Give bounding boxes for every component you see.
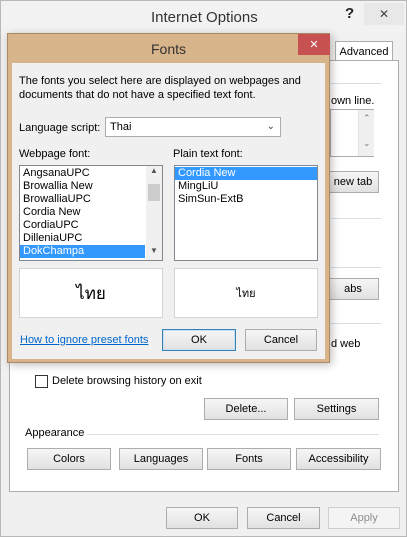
scroll-up-icon[interactable]: ⌃ — [363, 113, 371, 124]
webpage-font-item[interactable]: DokChampa — [20, 245, 145, 258]
section-divider-2 — [331, 218, 381, 219]
section-divider-1 — [331, 83, 381, 84]
fonts-description: The fonts you select here are displayed … — [19, 75, 301, 101]
delete-history-label: Delete... — [225, 403, 267, 415]
accessibility-button[interactable]: Accessibility — [296, 448, 381, 470]
language-script-value: Thai — [110, 121, 132, 133]
plain-text-font-item[interactable]: Cordia New — [175, 167, 317, 180]
home-page-textarea[interactable]: ⌃ ⌄ — [330, 109, 374, 157]
outer-window-title: Internet Options — [151, 9, 258, 26]
languages-label: Languages — [133, 453, 189, 465]
fonts-cancel-button[interactable]: Cancel — [245, 329, 317, 351]
scroll-up-icon[interactable]: ▲ — [150, 166, 158, 175]
fonts-ok-label: OK — [191, 334, 207, 346]
webpage-preview-text: ไทย — [76, 283, 106, 304]
accessibility-label: Accessibility — [308, 453, 369, 465]
plain-text-font-item[interactable]: SimSun-ExtB — [175, 193, 317, 206]
outer-apply-button[interactable]: Apply — [328, 507, 400, 529]
scroll-thumb[interactable] — [148, 184, 160, 201]
plain-text-font-label: Plain text font: — [173, 148, 243, 160]
close-icon: ✕ — [309, 39, 319, 51]
language-script-select[interactable]: Thai ⌄ — [105, 117, 281, 137]
fonts-dialog-client: The fonts you select here are displayed … — [12, 63, 325, 359]
webpage-font-item[interactable]: AngsanaUPC — [20, 167, 145, 180]
fonts-button[interactable]: Fonts — [207, 448, 291, 470]
home-page-partial-text: own line. — [331, 95, 375, 107]
appearance-group-label: Appearance — [25, 427, 85, 439]
appearance-divider — [87, 434, 379, 435]
colors-label: Colors — [53, 453, 85, 465]
fonts-dialog: Fonts ✕ The fonts you select here are di… — [7, 33, 330, 363]
fonts-ok-button[interactable]: OK — [162, 329, 236, 351]
ignore-preset-fonts-link[interactable]: How to ignore preset fonts — [20, 334, 148, 346]
use-new-tab-button[interactable]: new tab — [327, 171, 379, 193]
webpage-font-preview: ไทย — [19, 268, 163, 318]
textarea-scrollbar[interactable]: ⌃ ⌄ — [358, 110, 374, 156]
outer-apply-label: Apply — [350, 512, 378, 524]
fonts-close-button[interactable]: ✕ — [298, 34, 330, 55]
section-divider-3 — [331, 267, 381, 268]
outer-cancel-button[interactable]: Cancel — [247, 507, 320, 529]
help-button[interactable]: ? — [345, 5, 354, 22]
plain-preview-text: ไทย — [236, 287, 256, 300]
browsing-history-partial-text: d web — [331, 338, 361, 350]
webpage-font-label: Webpage font: — [19, 148, 91, 160]
plain-text-font-list[interactable]: Cordia New MingLiU SimSun-ExtB — [174, 165, 318, 261]
language-script-label: Language script: — [19, 122, 101, 134]
webpage-font-scrollbar[interactable]: ▲ ▼ — [146, 166, 162, 260]
section-divider-4 — [331, 323, 381, 324]
plain-text-font-preview: ไทย — [174, 268, 318, 318]
webpage-font-item[interactable]: BrowalliaUPC — [20, 193, 145, 206]
colors-button[interactable]: Colors — [27, 448, 111, 470]
delete-history-on-exit-label: Delete browsing history on exit — [52, 375, 202, 387]
history-settings-button[interactable]: Settings — [294, 398, 379, 420]
delete-history-button[interactable]: Delete... — [204, 398, 288, 420]
plain-text-font-item[interactable]: MingLiU — [175, 180, 317, 193]
tab-advanced[interactable]: Advanced — [335, 41, 393, 61]
use-new-tab-label: new tab — [333, 176, 373, 188]
outer-ok-button[interactable]: OK — [166, 507, 238, 529]
languages-button[interactable]: Languages — [119, 448, 203, 470]
outer-ok-label: OK — [194, 512, 210, 524]
chevron-down-icon: ⌄ — [266, 121, 275, 132]
fonts-label: Fonts — [235, 453, 263, 465]
webpage-font-item[interactable]: Browallia New — [20, 180, 145, 193]
webpage-font-list[interactable]: AngsanaUPC Browallia New BrowalliaUPC Cordi… — [19, 165, 163, 261]
history-settings-label: Settings — [316, 403, 357, 415]
scroll-down-icon[interactable]: ▼ — [150, 246, 158, 255]
delete-history-on-exit-checkbox[interactable] — [35, 375, 48, 388]
webpage-font-item[interactable]: CordiaUPC — [20, 219, 145, 232]
webpage-font-item[interactable]: Cordia New — [20, 206, 145, 219]
close-icon: ✕ — [378, 7, 390, 21]
tabs-settings-label: abs — [344, 283, 362, 295]
webpage-font-item[interactable]: DilleniaUPC — [20, 232, 145, 245]
scroll-down-icon[interactable]: ⌄ — [363, 138, 371, 149]
tabs-settings-button[interactable]: abs — [327, 278, 379, 300]
outer-close-button[interactable]: ✕ — [364, 3, 404, 25]
fonts-cancel-label: Cancel — [263, 334, 299, 346]
outer-cancel-label: Cancel — [266, 512, 301, 524]
tab-advanced-label: Advanced — [339, 45, 389, 58]
fonts-dialog-title: Fonts — [151, 41, 187, 57]
